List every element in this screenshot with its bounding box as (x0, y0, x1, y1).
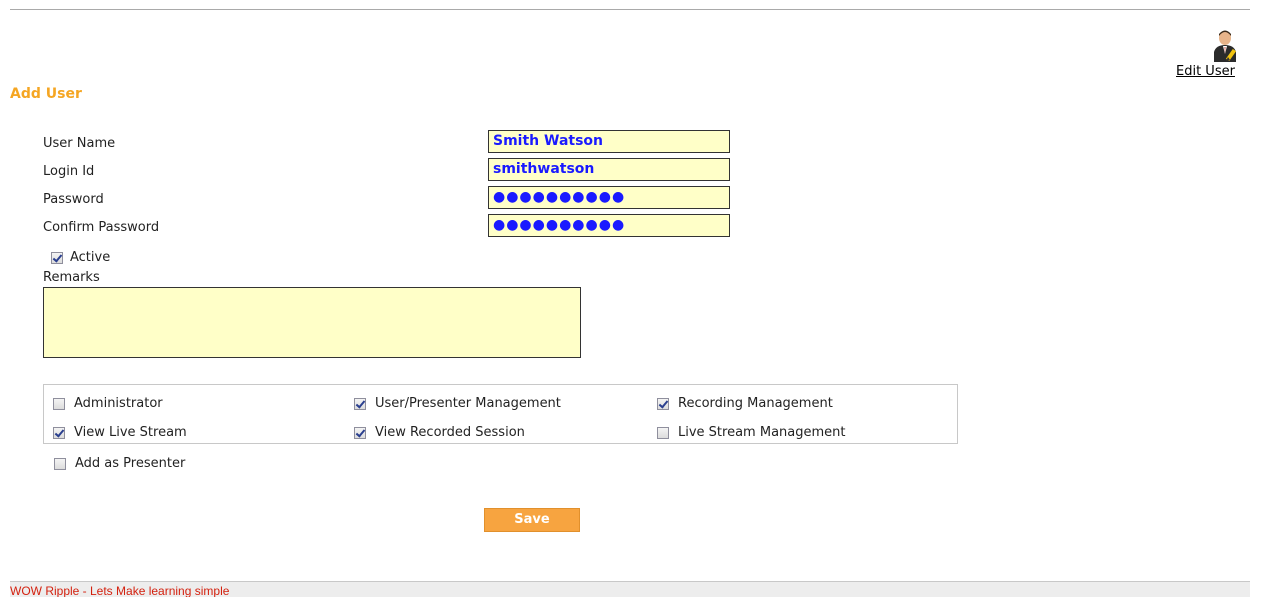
active-checkbox[interactable] (51, 251, 63, 264)
add-as-presenter-label: Add as Presenter (75, 456, 186, 471)
edit-user-link[interactable]: Edit User (1176, 64, 1235, 79)
permission-checkbox[interactable] (657, 426, 669, 439)
permission-checkbox[interactable] (657, 397, 669, 410)
permission-checkbox[interactable] (53, 397, 65, 410)
page-title: Add User (10, 86, 82, 102)
permission-label: User/Presenter Management (375, 396, 561, 411)
permission-administrator[interactable]: Administrator (53, 396, 163, 411)
permission-label: View Recorded Session (375, 425, 525, 440)
password-input[interactable]: ●●●●●●●●●● (488, 186, 730, 209)
remarks-textarea[interactable] (43, 287, 581, 358)
user-edit-icon[interactable] (1212, 30, 1240, 62)
login-id-input[interactable]: smithwatson (488, 158, 730, 181)
confirm-password-label: Confirm Password (43, 220, 160, 235)
user-name-input[interactable]: Smith Watson (488, 130, 730, 153)
permission-checkbox[interactable] (354, 426, 366, 439)
password-label: Password (43, 192, 104, 207)
permission-user-presenter-management[interactable]: User/Presenter Management (354, 396, 561, 411)
permission-checkbox[interactable] (53, 426, 65, 439)
permission-checkbox[interactable] (354, 397, 366, 410)
save-button[interactable]: Save (484, 508, 580, 532)
active-label: Active (70, 250, 111, 265)
confirm-password-input[interactable]: ●●●●●●●●●● (488, 214, 730, 237)
edit-user-link-group[interactable]: Edit User (1176, 30, 1256, 79)
permission-live-stream-management[interactable]: Live Stream Management (657, 425, 845, 440)
add-as-presenter-checkbox[interactable] (54, 457, 66, 470)
permission-label: Recording Management (678, 396, 833, 411)
permission-label: Administrator (74, 396, 163, 411)
footer-text: WOW Ripple - Lets Make learning simple (10, 581, 1250, 597)
permission-recording-management[interactable]: Recording Management (657, 396, 833, 411)
permission-label: Live Stream Management (678, 425, 846, 440)
remarks-label: Remarks (43, 270, 100, 285)
user-name-label: User Name (43, 136, 116, 151)
top-divider (10, 9, 1250, 10)
permission-view-recorded-session[interactable]: View Recorded Session (354, 425, 525, 440)
login-id-label: Login Id (43, 164, 95, 179)
active-option[interactable]: Active (51, 250, 110, 265)
permission-label: View Live Stream (74, 425, 187, 440)
add-as-presenter-option[interactable]: Add as Presenter (54, 456, 185, 471)
permission-view-live-stream[interactable]: View Live Stream (53, 425, 187, 440)
permissions-panel: Administrator User/Presenter Management … (43, 384, 958, 444)
